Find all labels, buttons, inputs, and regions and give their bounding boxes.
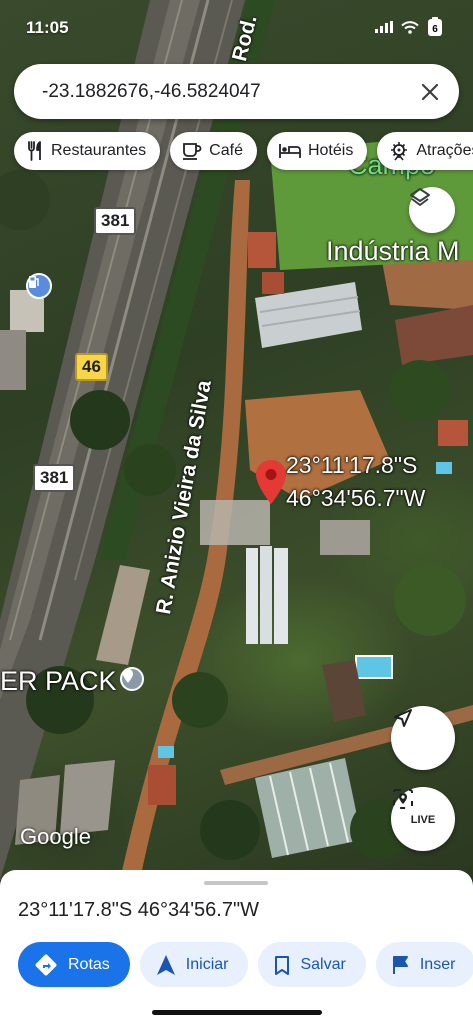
directions-button[interactable]: Rotas: [18, 942, 130, 987]
business-label-pack[interactable]: ER PACK: [0, 666, 117, 697]
live-view-icon: [393, 789, 413, 809]
coffee-icon: [183, 143, 202, 160]
insert-label-button[interactable]: Inser: [375, 942, 473, 987]
route-shield-381-bottom: 381: [33, 464, 76, 492]
save-label: Salvar: [300, 955, 346, 973]
restaurant-icon: [28, 141, 41, 161]
start-navigation-button[interactable]: Iniciar: [139, 942, 249, 987]
wifi-icon: [401, 20, 419, 34]
action-buttons: Rotas Iniciar Salvar Inser: [18, 942, 473, 987]
clear-search-button[interactable]: [415, 77, 445, 107]
chip-restaurantes[interactable]: Restaurantes: [14, 132, 161, 170]
bookmark-icon: [275, 955, 290, 975]
chip-hoteis[interactable]: Hotéis: [266, 132, 368, 170]
pin-coordinates-label: 23°11'17.8"S 46°34'56.7"W: [286, 449, 425, 515]
search-input[interactable]: -23.1882676,-46.5824047: [42, 81, 415, 103]
directions-icon: [35, 954, 57, 975]
navigation-icon: [156, 954, 175, 975]
layers-button[interactable]: [409, 187, 455, 233]
live-view-button[interactable]: LIVE: [391, 787, 455, 851]
layers-icon: [410, 188, 430, 206]
chip-label: Atrações: [416, 142, 473, 159]
pin-longitude: 46°34'56.7"W: [286, 485, 426, 511]
svg-text:6: 6: [432, 24, 438, 35]
chip-atracoes[interactable]: Atrações: [377, 132, 473, 170]
battery-icon: 6: [428, 17, 442, 36]
my-location-button[interactable]: [391, 706, 455, 770]
hotel-icon: [279, 144, 301, 158]
navigation-arrow-icon: [394, 709, 412, 727]
category-chips: Restaurantes Café Hotéis Atrações: [14, 132, 473, 170]
chip-label: Restaurantes: [51, 142, 147, 159]
close-icon: [421, 83, 439, 100]
attractions-icon: [391, 142, 408, 161]
live-label: LIVE: [410, 813, 436, 826]
place-label-industria: Indústria M: [326, 236, 460, 266]
save-button[interactable]: Salvar: [258, 942, 366, 987]
home-indicator[interactable]: [152, 1010, 322, 1015]
sheet-drag-handle[interactable]: [204, 881, 268, 885]
insert-label: Inser: [419, 955, 456, 973]
status-time: 11:05: [26, 18, 69, 37]
gas-station-icon[interactable]: [26, 273, 52, 299]
chip-cafe[interactable]: Café: [170, 132, 257, 170]
business-pin-icon[interactable]: [120, 667, 144, 691]
cellular-signal-icon: [375, 21, 393, 33]
flag-icon: [392, 955, 408, 974]
status-icons: 6: [375, 17, 443, 37]
chip-label: Hotéis: [307, 142, 354, 159]
route-shield-381-top: 381: [94, 207, 137, 235]
place-coordinates-title: 23°11'17.8"S 46°34'56.7"W: [18, 899, 259, 921]
pin-latitude: 23°11'17.8"S: [286, 452, 418, 478]
chip-label: Café: [209, 142, 243, 159]
directions-label: Rotas: [68, 955, 110, 973]
start-label: Iniciar: [185, 955, 229, 973]
place-bottom-sheet[interactable]: 23°11'17.8"S 46°34'56.7"W Rotas Iniciar …: [0, 870, 473, 1024]
google-logo: Google: [20, 824, 91, 849]
search-bar[interactable]: -23.1882676,-46.5824047: [14, 64, 459, 119]
route-shield-46: 46: [75, 353, 108, 381]
